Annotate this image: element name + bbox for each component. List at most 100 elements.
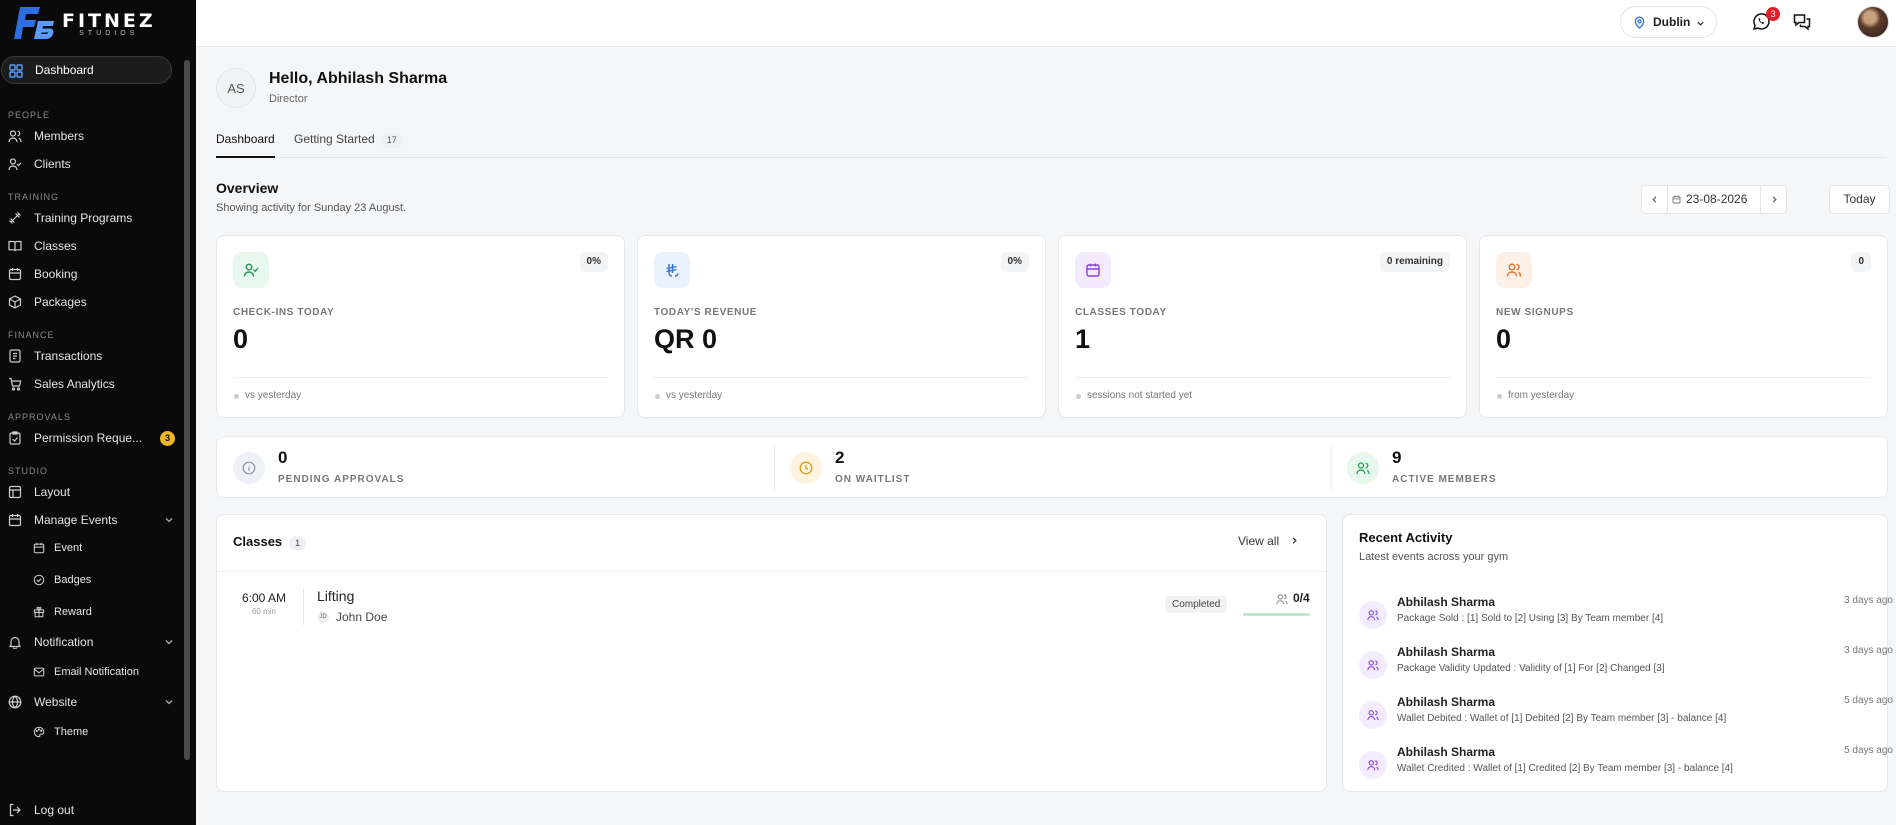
section-approvals: APPROVALS (8, 412, 71, 422)
calendar-icon (1672, 195, 1681, 204)
tab-dashboard[interactable]: Dashboard (216, 128, 275, 158)
brand-logo[interactable]: FITNEZ STUDIOS (10, 2, 156, 44)
calendar-icon (33, 542, 45, 554)
users-icon (1367, 610, 1379, 621)
sidebar-item-clients[interactable]: Clients (0, 150, 184, 178)
user-initials-avatar: AS (216, 68, 256, 108)
sidebar-item-training-programs[interactable]: Training Programs (0, 204, 184, 232)
map-pin-icon (1634, 16, 1645, 29)
user-avatar[interactable] (1857, 6, 1889, 38)
stat-footnote: vs yesterday (233, 390, 302, 401)
today-button[interactable]: Today (1829, 185, 1890, 214)
badge-check-icon (33, 574, 45, 586)
logout-button[interactable]: Log out (0, 796, 184, 824)
chevron-down-icon[interactable] (164, 515, 174, 525)
class-time: 6:00 AM (241, 591, 287, 605)
gift-icon (33, 606, 45, 618)
user-check-icon (8, 158, 22, 171)
stat-card-revenue: 0% TODAY'S REVENUE QR 0 vs yesterday (637, 235, 1046, 418)
activity-item[interactable]: Abhilash Sharma Wallet Credited : Wallet… (1359, 745, 1893, 789)
date-value[interactable]: 23-08-2026 (1686, 186, 1747, 213)
info-icon (242, 461, 256, 475)
tab-count-badge: 17 (380, 133, 403, 148)
sidebar-item-transactions[interactable]: Transactions (0, 342, 184, 370)
bell-icon (8, 636, 22, 649)
logout-icon (9, 803, 21, 817)
view-all-link[interactable]: View all (1238, 534, 1297, 548)
next-day-button[interactable] (1760, 186, 1786, 213)
sidebar-item-notification[interactable]: Notification (0, 628, 184, 656)
activity-item[interactable]: Abhilash Sharma Package Sold : [1] Sold … (1359, 595, 1893, 639)
tab-getting-started[interactable]: Getting Started 17 (294, 128, 403, 158)
classes-title: Classes 1 (233, 534, 307, 551)
activity-item[interactable]: Abhilash Sharma Wallet Debited : Wallet … (1359, 695, 1893, 739)
stat-label: CHECK-INS TODAY (233, 307, 335, 318)
topbar: Dublin 3 (196, 0, 1896, 47)
sidebar-item-sales-analytics[interactable]: Sales Analytics (0, 370, 184, 398)
sidebar-item-event[interactable]: Event (0, 534, 184, 562)
activity-time: 3 days ago (1844, 645, 1893, 656)
sidebar-nav: Dashboard PEOPLE Members Clients TRAININ… (0, 56, 184, 746)
messages-icon[interactable] (1792, 12, 1812, 32)
chevron-right-icon (1292, 537, 1297, 544)
currency-icon (666, 264, 679, 277)
sidebar-item-classes[interactable]: Classes (0, 232, 184, 260)
users-icon (1276, 594, 1288, 605)
sidebar-item-email-notification[interactable]: Email Notification (0, 658, 184, 686)
activity-actor: Abhilash Sharma (1397, 695, 1496, 709)
package-icon (8, 295, 22, 309)
sidebar-item-reward[interactable]: Reward (0, 598, 184, 626)
fitnez-logo-icon (14, 7, 54, 39)
sidebar-item-layout[interactable]: Layout (0, 478, 184, 506)
activity-title: Recent Activity (1359, 530, 1453, 545)
location-selector[interactable]: Dublin (1620, 6, 1717, 38)
summary-icon-wrap (1347, 452, 1379, 484)
sidebar-scrollbar-thumb[interactable] (184, 60, 190, 760)
sidebar-item-packages[interactable]: Packages (0, 288, 184, 316)
chevron-down-icon[interactable] (164, 637, 174, 647)
sidebar-item-manage-events[interactable]: Manage Events (0, 506, 184, 534)
grid-icon (9, 64, 23, 78)
sidebar-item-dashboard[interactable]: Dashboard (1, 56, 172, 84)
pending-approvals-value: 0 (278, 448, 288, 467)
dumbbell-icon (9, 212, 21, 224)
sidebar-item-booking[interactable]: Booking (0, 260, 184, 288)
sidebar-item-label: Layout (34, 485, 71, 499)
sidebar-item-label: Permission Reque... (34, 431, 143, 445)
date-picker: 23-08-2026 (1641, 185, 1787, 214)
sidebar-item-label: Packages (34, 295, 87, 309)
globe-icon (8, 695, 22, 709)
stat-remaining-badge: 0 remaining (1379, 252, 1450, 272)
palette-icon (33, 726, 45, 738)
sidebar-item-permission-requests[interactable]: Permission Reque... 3 (0, 424, 184, 452)
chevron-down-icon[interactable] (164, 697, 174, 707)
sidebar-item-theme[interactable]: Theme (0, 718, 184, 746)
stat-footnote: from yesterday (1496, 390, 1575, 401)
divider (233, 377, 608, 378)
activity-description: Wallet Credited : Wallet of [1] Credited… (1397, 763, 1733, 774)
stat-icon-wrap (1496, 252, 1532, 288)
prev-day-button[interactable] (1642, 186, 1668, 213)
stat-label: NEW SIGNUPS (1496, 307, 1574, 318)
sidebar-scrollbar[interactable] (183, 48, 191, 788)
sidebar-item-label: Training Programs (34, 211, 133, 225)
divider (1331, 445, 1332, 491)
activity-description: Wallet Debited : Wallet of [1] Debited [… (1397, 713, 1727, 724)
sidebar-item-label: Transactions (34, 349, 103, 363)
receipt-icon (9, 349, 21, 363)
activity-actor: Abhilash Sharma (1397, 645, 1496, 659)
stat-card-classes: 0 remaining CLASSES TODAY 1 sessions not… (1058, 235, 1467, 418)
tab-label: Dashboard (216, 132, 275, 146)
sidebar-item-website[interactable]: Website (0, 688, 184, 716)
stat-change-badge: 0% (1000, 252, 1029, 272)
sidebar-item-members[interactable]: Members (0, 122, 184, 150)
sidebar-item-label: Notification (34, 635, 94, 649)
layout-icon (8, 485, 22, 499)
activity-item[interactable]: Abhilash Sharma Package Validity Updated… (1359, 645, 1893, 689)
divider (1075, 377, 1450, 378)
stat-change-badge: 0% (579, 252, 608, 272)
divider (303, 589, 304, 625)
main-content: AS Hello, Abhilash Sharma Director Dashb… (196, 48, 1896, 825)
mail-icon (33, 667, 45, 677)
sidebar-item-badges[interactable]: Badges (0, 566, 184, 594)
